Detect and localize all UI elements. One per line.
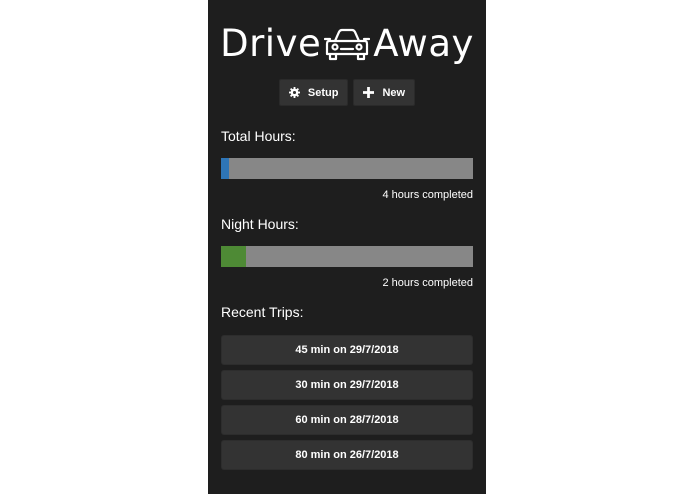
- trip-item[interactable]: 80 min on 26/7/2018: [221, 440, 473, 470]
- plus-icon: [363, 87, 375, 98]
- trip-label: 30 min on 29/7/2018: [295, 379, 399, 391]
- night-hours-title: Night Hours:: [221, 216, 299, 232]
- total-hours-caption: 4 hours completed: [382, 189, 474, 201]
- brand-word-drive: Drive: [220, 22, 322, 65]
- toolbar: Setup New: [208, 79, 486, 106]
- total-hours-progress-fill: [221, 158, 229, 179]
- trip-label: 60 min on 28/7/2018: [295, 414, 399, 426]
- night-hours-progress-fill: [221, 246, 247, 267]
- total-hours-progress: [221, 158, 473, 179]
- new-label: New: [382, 86, 406, 99]
- brand-logo: Drive Away: [208, 20, 486, 68]
- recent-trips-title: Recent Trips:: [221, 304, 304, 320]
- setup-button[interactable]: Setup: [278, 79, 349, 106]
- trip-label: 45 min on 29/7/2018: [295, 344, 399, 356]
- trip-item[interactable]: 30 min on 29/7/2018: [221, 370, 473, 400]
- trip-item[interactable]: 60 min on 28/7/2018: [221, 405, 473, 435]
- setup-label: Setup: [307, 86, 339, 99]
- total-hours-title: Total Hours:: [221, 128, 296, 144]
- trip-item[interactable]: 45 min on 29/7/2018: [221, 335, 473, 365]
- new-button[interactable]: New: [353, 79, 416, 106]
- night-hours-progress: [221, 246, 473, 267]
- app-panel: Drive Away Setup New Total Hours: 4 hour…: [208, 0, 486, 494]
- brand-word-away: Away: [373, 22, 474, 65]
- trip-label: 80 min on 26/7/2018: [295, 449, 399, 461]
- night-hours-caption: 2 hours completed: [382, 277, 474, 289]
- gear-icon: [288, 87, 300, 98]
- car-icon: [324, 27, 371, 61]
